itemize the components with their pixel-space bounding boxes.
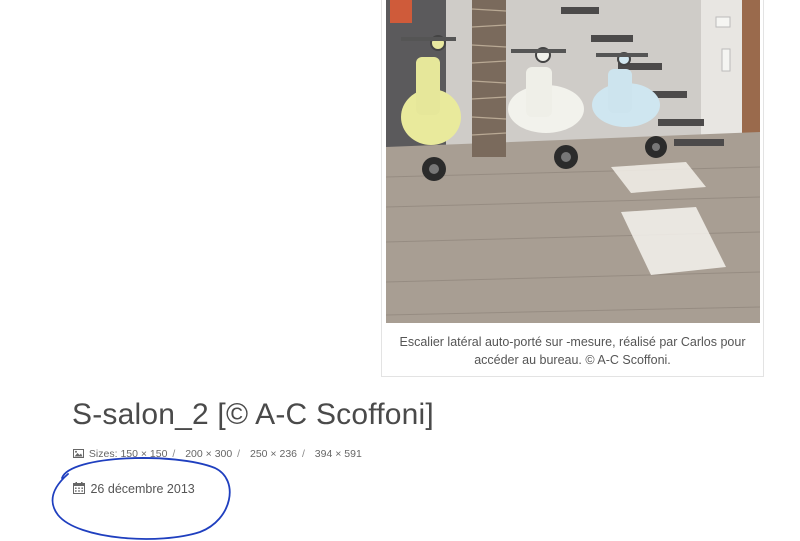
photo-caption: Escalier latéral auto-porté sur -mesure,… (399, 335, 746, 367)
post-date-text: 26 décembre 2013 (90, 482, 195, 496)
attachment-figure: Escalier latéral auto-porté sur -mesure,… (381, 0, 764, 377)
image-icon (73, 449, 84, 461)
sizes-label: Sizes: (88, 448, 118, 460)
size-link-250[interactable]: 250 × 236 (250, 448, 297, 460)
calendar-icon (73, 482, 85, 497)
size-separator: / (237, 448, 241, 460)
size-link-200[interactable]: 200 × 300 (185, 448, 232, 460)
size-link-394[interactable]: 394 × 591 (315, 448, 362, 460)
photo-scooters-illustration (386, 0, 760, 323)
page-title: S-salon_2 [© A-C Scoffoni] (72, 398, 434, 431)
attachment-photo[interactable] (386, 0, 760, 323)
size-separator: / (172, 448, 176, 460)
post-date[interactable]: 26 décembre 2013 (73, 482, 195, 497)
size-separator: / (301, 448, 305, 460)
size-link-150[interactable]: 150 × 150 (120, 448, 167, 460)
image-sizes: Sizes: 150 × 150 / 200 × 300 / 250 × 236… (73, 448, 362, 461)
